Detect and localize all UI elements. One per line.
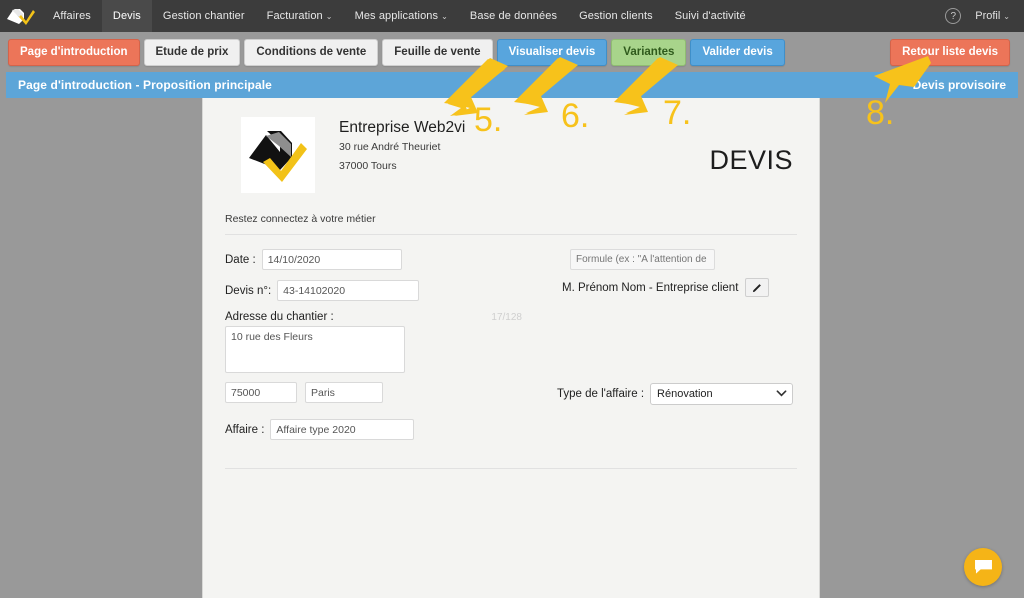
chevron-down-icon: ⌄ — [325, 12, 333, 21]
tab-label: Variantes — [623, 46, 675, 58]
document-title: DEVIS — [709, 145, 793, 175]
tab-variantes[interactable]: Variantes — [611, 38, 687, 66]
company-street: 30 rue André Theuriet — [339, 141, 441, 154]
address-label-row: Adresse du chantier : 17/128 — [225, 311, 525, 323]
company-city: 37000 Tours — [339, 160, 397, 173]
web2vi-logo-icon[interactable] — [0, 0, 42, 32]
nav-item-suivi-activite[interactable]: Suivi d'activité — [664, 0, 757, 32]
form-bottom-divider — [225, 468, 797, 469]
company-name: Entreprise Web2vi — [339, 119, 466, 136]
chat-bubble-icon — [974, 559, 992, 574]
postal-city-row — [225, 382, 525, 403]
nav-item-devis[interactable]: Devis — [101, 0, 152, 32]
company-logo-icon — [241, 117, 315, 193]
nav-item-label: Suivi d'activité — [674, 10, 746, 22]
nav-item-label: Mes applications — [354, 10, 439, 22]
devis-document-panel: Entreprise Web2vi 30 rue André Theuriet … — [202, 96, 820, 598]
status-badge: Devis provisoire — [912, 78, 1006, 92]
date-label: Date : — [225, 253, 256, 266]
tab-label: Page d'introduction — [20, 46, 128, 58]
help-glyph: ? — [950, 10, 957, 22]
client-name: M. Prénom Nom - Entreprise client — [562, 281, 739, 294]
retour-liste-devis-button[interactable]: Retour liste devis — [890, 38, 1010, 66]
address-label: Adresse du chantier : — [225, 311, 334, 323]
pencil-icon — [752, 284, 761, 293]
nav-item-list: Affaires Devis Gestion chantier Facturat… — [42, 0, 757, 32]
top-navigation-bar: Affaires Devis Gestion chantier Facturat… — [0, 0, 1024, 32]
chevron-down-icon: ⌄ — [441, 12, 448, 21]
nav-item-gestion-chantier[interactable]: Gestion chantier — [152, 0, 256, 32]
type-affaire-select[interactable]: Rénovation — [650, 383, 794, 405]
document-header: Entreprise Web2vi 30 rue André Theuriet … — [225, 115, 797, 199]
company-tagline: Restez connectez à votre métier — [225, 213, 797, 235]
city-input[interactable] — [305, 382, 383, 403]
chevron-down-icon: ⌄ — [1003, 12, 1010, 21]
devis-number-label: Devis n°: — [225, 284, 272, 297]
profile-label: Profil — [975, 10, 1001, 22]
nav-item-label: Facturation — [266, 10, 323, 22]
type-affaire-label: Type de l'affaire : — [557, 388, 645, 400]
tab-label: Etude de prix — [155, 46, 229, 58]
page-title-bar: Page d'introduction - Proposition princi… — [6, 72, 1018, 98]
annotation-number-8: 8. — [866, 94, 895, 132]
tab-label: Feuille de vente — [394, 46, 481, 58]
date-input[interactable] — [261, 249, 402, 270]
page-title: Page d'introduction - Proposition princi… — [18, 78, 272, 92]
affaire-input[interactable] — [270, 419, 415, 440]
client-row: M. Prénom Nom - Entreprise client — [562, 278, 797, 297]
tab-label: Valider devis — [702, 46, 773, 58]
tab-visualiser-devis[interactable]: Visualiser devis — [496, 38, 608, 66]
date-row: Date : — [225, 249, 525, 270]
tab-label: Conditions de vente — [256, 46, 367, 58]
tab-valider-devis[interactable]: Valider devis — [690, 38, 785, 66]
character-counter: 17/128 — [491, 312, 522, 323]
nav-item-label: Affaires — [53, 10, 91, 22]
type-affaire-row: Type de l'affaire : Rénovation — [557, 383, 794, 405]
tab-etude-de-prix[interactable]: Etude de prix — [143, 38, 241, 66]
edit-client-button[interactable] — [745, 278, 770, 297]
formule-input[interactable] — [570, 249, 715, 270]
profile-menu[interactable]: Profil ⌄ — [975, 10, 1010, 22]
tab-feuille-de-vente[interactable]: Feuille de vente — [382, 38, 493, 66]
nav-right-group: ? Profil ⌄ — [945, 8, 1024, 24]
tab-label: Visualiser devis — [508, 46, 596, 58]
nav-item-base-de-donnees[interactable]: Base de données — [459, 0, 568, 32]
tab-page-introduction[interactable]: Page d'introduction — [8, 38, 140, 66]
nav-item-affaires[interactable]: Affaires — [42, 0, 102, 32]
app-root: Affaires Devis Gestion chantier Facturat… — [0, 0, 1024, 598]
tab-button-row: Page d'introduction Etude de prix Condit… — [0, 32, 1024, 72]
button-label: Retour liste devis — [902, 46, 998, 58]
nav-item-mes-applications[interactable]: Mes applications ⌄ — [344, 0, 459, 32]
nav-item-label: Gestion chantier — [162, 10, 245, 22]
postal-code-input[interactable] — [225, 382, 297, 403]
type-affaire-select-wrap: Rénovation — [650, 383, 794, 405]
devis-number-row: Devis n°: — [225, 280, 525, 301]
introduction-form: Date : Devis n°: Adresse du chantier : 1… — [225, 235, 797, 450]
nav-item-label: Base de données — [469, 10, 558, 22]
help-icon[interactable]: ? — [945, 8, 962, 24]
address-textarea[interactable] — [225, 326, 405, 373]
chat-widget-button[interactable] — [964, 548, 1002, 586]
devis-number-input[interactable] — [277, 280, 420, 301]
nav-item-facturation[interactable]: Facturation ⌄ — [256, 0, 344, 32]
nav-item-label: Devis — [112, 10, 141, 22]
nav-item-label: Gestion clients — [579, 10, 653, 22]
affaire-row: Affaire : — [225, 419, 525, 440]
company-info: Entreprise Web2vi 30 rue André Theuriet … — [339, 115, 465, 175]
affaire-label: Affaire : — [225, 423, 265, 436]
tab-conditions-de-vente[interactable]: Conditions de vente — [244, 38, 379, 66]
form-right-column: M. Prénom Nom - Entreprise client Type d… — [525, 249, 797, 450]
nav-item-gestion-clients[interactable]: Gestion clients — [568, 0, 664, 32]
form-left-column: Date : Devis n°: Adresse du chantier : 1… — [225, 249, 525, 450]
document-inner: Entreprise Web2vi 30 rue André Theuriet … — [203, 97, 819, 469]
